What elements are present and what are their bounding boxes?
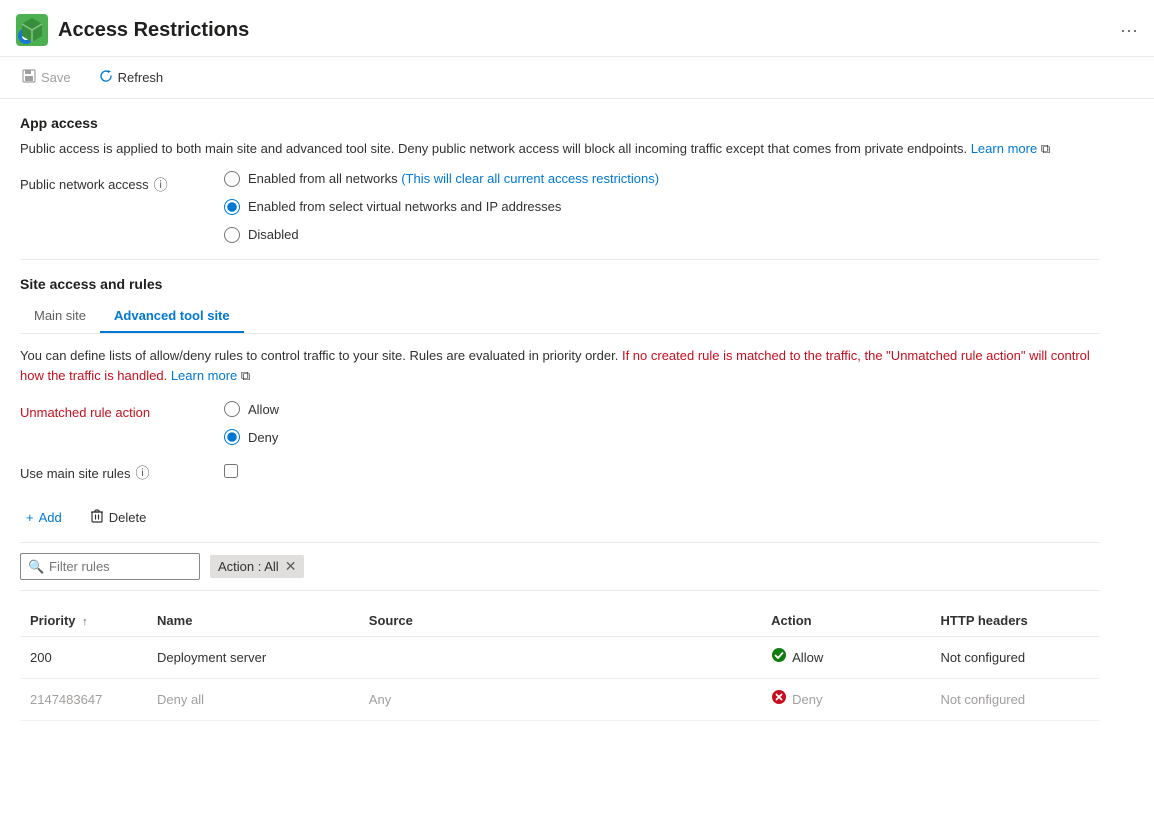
priority-sort-icon: ↑ bbox=[82, 616, 88, 628]
save-icon bbox=[22, 69, 36, 86]
filter-rules-input[interactable] bbox=[20, 553, 200, 580]
public-network-info-icon[interactable]: ⓘ bbox=[154, 175, 168, 195]
filter-tag-label: Action : All bbox=[218, 559, 279, 574]
public-network-radio-group: Enabled from all networks (This will cle… bbox=[224, 171, 659, 243]
section-divider bbox=[20, 259, 1100, 260]
unmatched-deny-input[interactable] bbox=[224, 429, 240, 445]
use-main-site-rules-label: Use main site rules ⓘ bbox=[20, 459, 200, 483]
radio-all-input[interactable] bbox=[224, 171, 240, 187]
unmatched-deny[interactable]: Deny bbox=[224, 429, 279, 445]
more-options-icon[interactable]: ··· bbox=[1120, 20, 1138, 41]
row2-action: Deny bbox=[761, 679, 930, 721]
row2-action-label: Deny bbox=[792, 692, 822, 707]
refresh-label: Refresh bbox=[118, 70, 164, 85]
col-header-source: Source bbox=[359, 605, 761, 637]
radio-select-label[interactable]: Enabled from select virtual networks and… bbox=[248, 199, 561, 214]
delete-label: Delete bbox=[109, 510, 147, 525]
col-header-action: Action bbox=[761, 605, 930, 637]
table-body: 200 Deployment server Allow bbox=[20, 637, 1100, 721]
row2-source: Any bbox=[359, 679, 761, 721]
site-access-title: Site access and rules bbox=[20, 276, 1100, 292]
radio-disabled-input[interactable] bbox=[224, 227, 240, 243]
filter-row: 🔍 Action : All ✕ bbox=[20, 553, 1100, 591]
unmatched-allow-label[interactable]: Allow bbox=[248, 402, 279, 417]
refresh-button[interactable]: Refresh bbox=[93, 65, 170, 90]
row1-action-label: Allow bbox=[792, 650, 823, 665]
use-main-site-checkbox-row bbox=[224, 464, 238, 478]
row2-action-badge: Deny bbox=[771, 689, 920, 710]
main-content: App access Public access is applied to b… bbox=[0, 99, 1120, 737]
rules-table: Priority ↑ Name Source Action HTTP heade… bbox=[20, 605, 1100, 721]
unmatched-radio-group: Allow Deny bbox=[224, 401, 279, 445]
radio-disabled[interactable]: Disabled bbox=[224, 227, 659, 243]
public-network-access-row: Public network access ⓘ Enabled from all… bbox=[20, 171, 1100, 243]
row1-action: Allow bbox=[761, 637, 930, 679]
tab-advanced-tool-site[interactable]: Advanced tool site bbox=[100, 300, 244, 333]
external-link-icon: ⧉ bbox=[1041, 141, 1050, 156]
filter-tag-close-icon[interactable]: ✕ bbox=[285, 558, 297, 575]
app-icon bbox=[16, 14, 48, 46]
add-button[interactable]: + Add bbox=[20, 505, 68, 530]
use-main-site-rules-row: Use main site rules ⓘ bbox=[20, 459, 1100, 483]
save-button[interactable]: Save bbox=[16, 65, 77, 90]
add-label: Add bbox=[39, 510, 62, 525]
add-icon: + bbox=[26, 510, 34, 525]
table-header: Priority ↑ Name Source Action HTTP heade… bbox=[20, 605, 1100, 637]
toolbar: Save Refresh bbox=[0, 57, 1154, 99]
row1-action-badge: Allow bbox=[771, 647, 920, 668]
table-actions-bar: + Add Delete bbox=[20, 497, 1100, 530]
use-main-site-checkbox[interactable] bbox=[224, 464, 238, 478]
table-row[interactable]: 2147483647 Deny all Any Deny bbox=[20, 679, 1100, 721]
delete-icon bbox=[90, 509, 104, 526]
row2-http-headers: Not configured bbox=[931, 679, 1100, 721]
app-access-desc-text: Public access is applied to both main si… bbox=[20, 141, 967, 156]
site-rules-learn-more[interactable]: Learn more bbox=[171, 368, 237, 383]
app-access-section: App access Public access is applied to b… bbox=[20, 115, 1100, 243]
deny-icon bbox=[771, 689, 787, 710]
radio-select-networks[interactable]: Enabled from select virtual networks and… bbox=[224, 199, 659, 215]
public-network-access-label: Public network access ⓘ bbox=[20, 171, 200, 195]
site-rules-desc: You can define lists of allow/deny rules… bbox=[20, 346, 1100, 388]
app-access-desc: Public access is applied to both main si… bbox=[20, 139, 1100, 159]
use-main-site-info-icon[interactable]: ⓘ bbox=[136, 463, 150, 483]
radio-all-networks[interactable]: Enabled from all networks (This will cle… bbox=[224, 171, 659, 187]
app-access-learn-more[interactable]: Learn more bbox=[971, 141, 1037, 156]
col-header-name: Name bbox=[147, 605, 359, 637]
page-header: Access Restrictions ··· bbox=[0, 0, 1154, 57]
row2-name: Deny all bbox=[147, 679, 359, 721]
allow-icon bbox=[771, 647, 787, 668]
row2-priority: 2147483647 bbox=[20, 679, 147, 721]
radio-all-label[interactable]: Enabled from all networks (This will cle… bbox=[248, 171, 659, 186]
save-label: Save bbox=[41, 70, 71, 85]
row1-source bbox=[359, 637, 761, 679]
col-header-priority: Priority ↑ bbox=[20, 605, 147, 637]
delete-button[interactable]: Delete bbox=[84, 505, 153, 530]
row1-priority: 200 bbox=[20, 637, 147, 679]
table-row[interactable]: 200 Deployment server Allow bbox=[20, 637, 1100, 679]
unmatched-rule-row: Unmatched rule action Allow Deny bbox=[20, 401, 1100, 445]
radio-disabled-label[interactable]: Disabled bbox=[248, 227, 299, 242]
row1-name: Deployment server bbox=[147, 637, 359, 679]
site-rules-external-icon: ⧉ bbox=[241, 368, 250, 383]
page-title: Access Restrictions bbox=[58, 19, 1110, 42]
site-tabs: Main site Advanced tool site bbox=[20, 300, 1100, 334]
filter-tag-action-all: Action : All ✕ bbox=[210, 555, 304, 578]
refresh-icon bbox=[99, 69, 113, 86]
col-header-http-headers: HTTP headers bbox=[931, 605, 1100, 637]
unmatched-deny-label[interactable]: Deny bbox=[248, 430, 278, 445]
site-access-section: Site access and rules Main site Advanced… bbox=[20, 276, 1100, 722]
radio-select-input[interactable] bbox=[224, 199, 240, 215]
unmatched-allow[interactable]: Allow bbox=[224, 401, 279, 417]
unmatched-rule-label: Unmatched rule action bbox=[20, 401, 200, 420]
search-icon: 🔍 bbox=[28, 559, 44, 575]
app-access-title: App access bbox=[20, 115, 1100, 131]
row1-http-headers: Not configured bbox=[931, 637, 1100, 679]
unmatched-allow-input[interactable] bbox=[224, 401, 240, 417]
filter-input-wrap: 🔍 bbox=[20, 553, 200, 580]
tab-main-site[interactable]: Main site bbox=[20, 300, 100, 333]
table-top-divider bbox=[20, 542, 1100, 543]
